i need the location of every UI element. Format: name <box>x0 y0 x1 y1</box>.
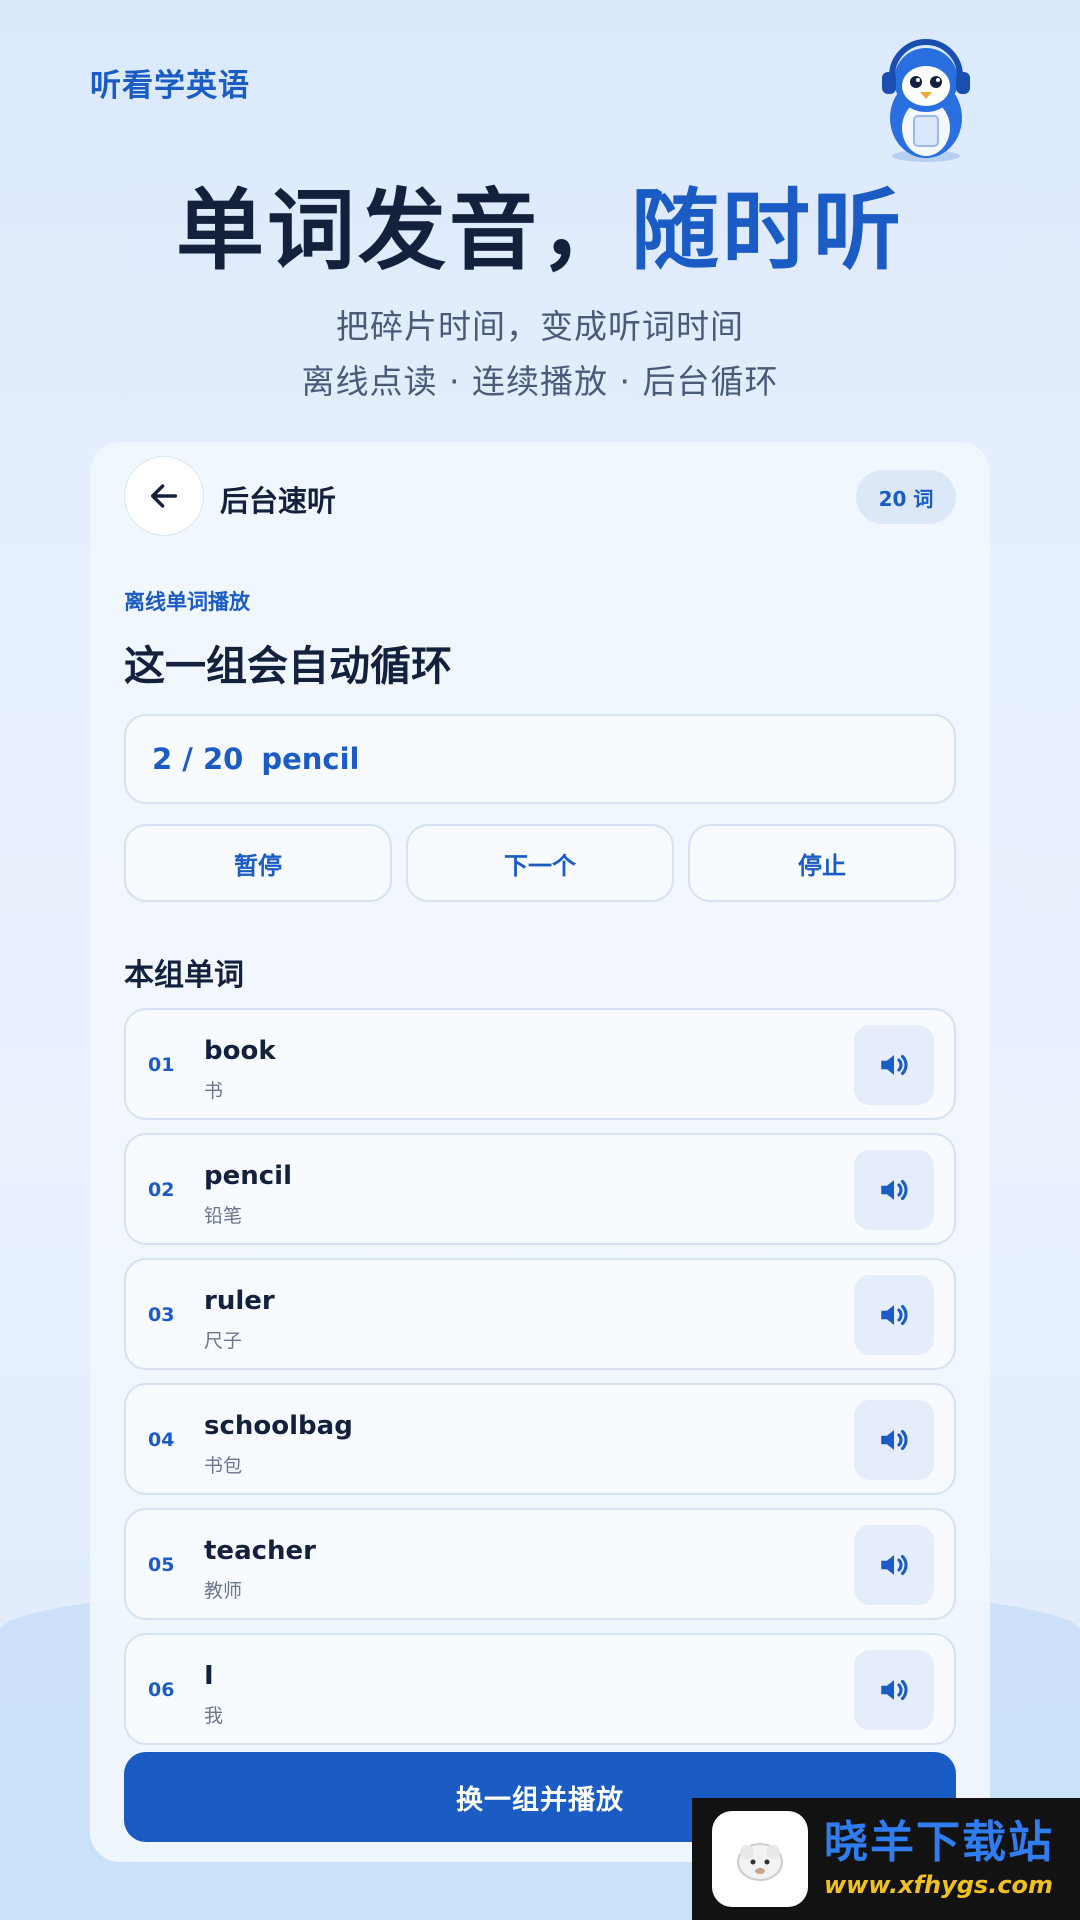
play-word-button[interactable] <box>854 1400 934 1480</box>
speaker-icon <box>881 1429 908 1451</box>
word-list-heading: 本组单词 <box>124 958 244 993</box>
speaker-icon <box>881 1679 908 1701</box>
word-chinese: 我 <box>204 1705 224 1727</box>
speaker-icon <box>881 1054 908 1076</box>
word-english: pencil <box>204 1161 292 1191</box>
word-number: 03 <box>148 1304 175 1326</box>
word-number: 02 <box>148 1179 175 1201</box>
play-word-button[interactable] <box>854 1650 934 1730</box>
word-number: 04 <box>148 1429 175 1451</box>
stop-button[interactable]: 停止 <box>688 824 956 902</box>
play-word-button[interactable] <box>854 1525 934 1605</box>
now-playing-progress: 2 / 20 <box>152 742 244 776</box>
card-header-title: 后台速听 <box>220 484 337 518</box>
word-number: 05 <box>148 1554 175 1576</box>
word-english: schoolbag <box>204 1411 353 1441</box>
word-row[interactable]: 02 pencil 铅笔 <box>124 1133 956 1245</box>
section-kicker: 离线单词播放 <box>124 590 250 614</box>
playback-controls: 暂停 下一个 停止 <box>124 824 956 902</box>
play-word-button[interactable] <box>854 1025 934 1105</box>
hero-subtitle-line2: 离线点读 · 连续播放 · 后台循环 <box>301 362 779 401</box>
word-english: teacher <box>204 1536 316 1566</box>
pause-button[interactable]: 暂停 <box>124 824 392 902</box>
app-title: 听看学英语 <box>90 68 250 104</box>
play-word-button[interactable] <box>854 1150 934 1230</box>
word-english: book <box>204 1036 276 1066</box>
hero-title-main: 单词发音， <box>175 179 631 282</box>
player-card: 后台速听 20 词 离线单词播放 这一组会自动循环 2 / 20 pencil … <box>90 442 990 1862</box>
next-button[interactable]: 下一个 <box>406 824 674 902</box>
play-word-button[interactable] <box>854 1275 934 1355</box>
word-number: 06 <box>148 1679 175 1701</box>
word-list: 01 book 书 02 pencil 铅笔 03 ruler 尺子 04 sc… <box>124 1008 956 1758</box>
back-button[interactable] <box>124 456 204 536</box>
penguin-mascot-icon <box>882 39 970 162</box>
hero-title: 单词发音，随时听 <box>0 160 1080 287</box>
now-playing-display: 2 / 20 pencil <box>124 714 956 804</box>
word-row[interactable]: 01 book 书 <box>124 1008 956 1120</box>
site-watermark: 晓羊下载站 www.xfhygs.com <box>692 1798 1080 1920</box>
speaker-icon <box>881 1304 908 1326</box>
now-playing-word: pencil <box>261 742 360 776</box>
speaker-icon <box>881 1554 908 1576</box>
word-count-badge: 20 词 <box>856 470 956 524</box>
word-row[interactable]: 05 teacher 教师 <box>124 1508 956 1620</box>
watermark-url: www.xfhygs.com <box>824 1871 1054 1900</box>
word-chinese: 书 <box>204 1080 224 1102</box>
word-number: 01 <box>148 1054 175 1076</box>
word-english: I <box>204 1661 214 1691</box>
hero-title-accent: 随时听 <box>631 179 905 282</box>
sheep-icon <box>737 1843 783 1881</box>
word-chinese: 铅笔 <box>204 1205 243 1227</box>
word-chinese: 教师 <box>204 1580 243 1602</box>
word-row[interactable]: 06 I 我 <box>124 1633 956 1745</box>
word-row[interactable]: 04 schoolbag 书包 <box>124 1383 956 1495</box>
section-title: 这一组会自动循环 <box>124 642 452 690</box>
hero-subtitle-line1: 把碎片时间，变成听词时间 <box>336 307 744 346</box>
word-english: ruler <box>204 1286 275 1316</box>
speaker-icon <box>881 1179 908 1201</box>
word-row[interactable]: 03 ruler 尺子 <box>124 1258 956 1370</box>
word-chinese: 尺子 <box>204 1330 243 1352</box>
word-chinese: 书包 <box>204 1455 243 1477</box>
watermark-name: 晓羊下载站 <box>824 1816 1054 1868</box>
arrow-left-icon <box>150 484 178 508</box>
sheep-logo-icon <box>712 1811 808 1907</box>
